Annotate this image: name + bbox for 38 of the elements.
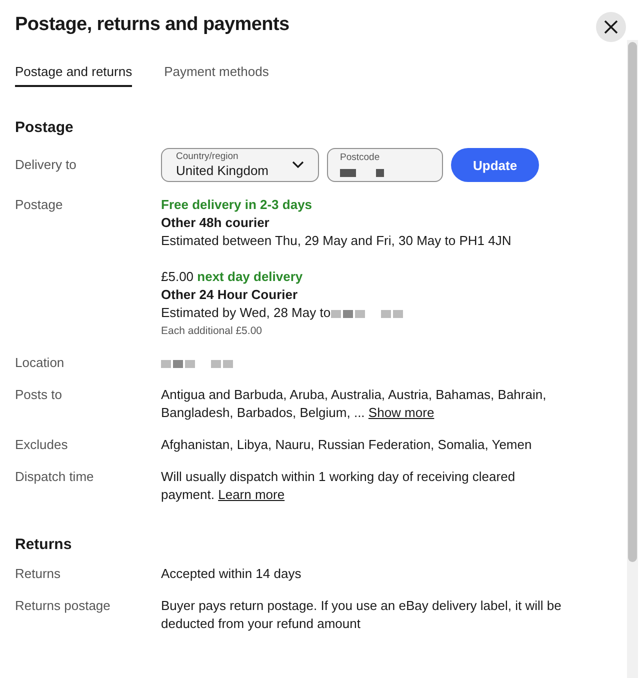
delivery-headline: Free delivery in 2-3 days xyxy=(161,196,314,214)
field-label: Returns xyxy=(15,565,62,583)
courier-name: Other 24 Hour Courier xyxy=(161,286,299,304)
body-text: Will usually dispatch within 1 working day of receiving cleared payment. Learn more xyxy=(161,469,516,502)
tab[interactable]: Payment methods xyxy=(164,64,269,87)
estimate-text: Estimated between Thu, 29 May and Fri, 30 May to PH1 4JN xyxy=(161,233,512,248)
country-select[interactable]: Country/region United Kingdom xyxy=(161,148,319,182)
link[interactable]: Learn more xyxy=(218,487,285,502)
body-text: Antigua and Barbuda, Aruba, Australia, Austria, Bahamas, Bahrain, Bangladesh, Barbados, Belgium, ... Show more xyxy=(161,387,546,420)
field-label: Delivery to xyxy=(15,156,78,174)
delivery-headline: £5.00 next day delivery xyxy=(161,268,304,286)
update-button[interactable]: Update xyxy=(451,148,540,182)
body-text: Afghanistan, Libya, Nauru, Russian Federation, Somalia, Yemen xyxy=(161,437,532,452)
scrollbar-thumb[interactable] xyxy=(628,42,637,562)
field-label: Postage xyxy=(15,196,64,214)
tab[interactable]: Postage and returns xyxy=(15,64,132,87)
note-text: Each additional £5.00 xyxy=(161,324,263,339)
link[interactable]: Show more xyxy=(368,405,434,420)
section-heading: Postage xyxy=(15,119,74,136)
section-heading: Returns xyxy=(15,536,73,553)
postcode-field[interactable]: Postcode xyxy=(327,148,443,182)
body-text: Buyer pays return postage. If you use an eBay delivery label, it will be deducted from your refund amount xyxy=(161,598,562,631)
field-label: Posts to xyxy=(15,386,63,404)
dialog-title: Postage, returns and payments xyxy=(15,14,290,36)
field-label: Excludes xyxy=(15,436,69,454)
close-button[interactable] xyxy=(596,12,626,42)
close-icon xyxy=(604,20,618,34)
field-label: Postcode xyxy=(340,152,381,164)
field-label: Dispatch time xyxy=(15,468,95,486)
field-value: United Kingdom xyxy=(176,163,268,179)
redacted-mark xyxy=(161,360,233,368)
field-label: Location xyxy=(15,354,66,372)
field-label: Country/region xyxy=(176,151,240,163)
chevron-down-icon xyxy=(292,161,304,169)
field-label: Returns postage xyxy=(15,597,112,615)
body-text: Accepted within 14 days xyxy=(161,566,302,581)
estimate-text: Estimated by Wed, 28 May to xyxy=(161,305,331,320)
courier-name: Other 48h courier xyxy=(161,214,270,232)
